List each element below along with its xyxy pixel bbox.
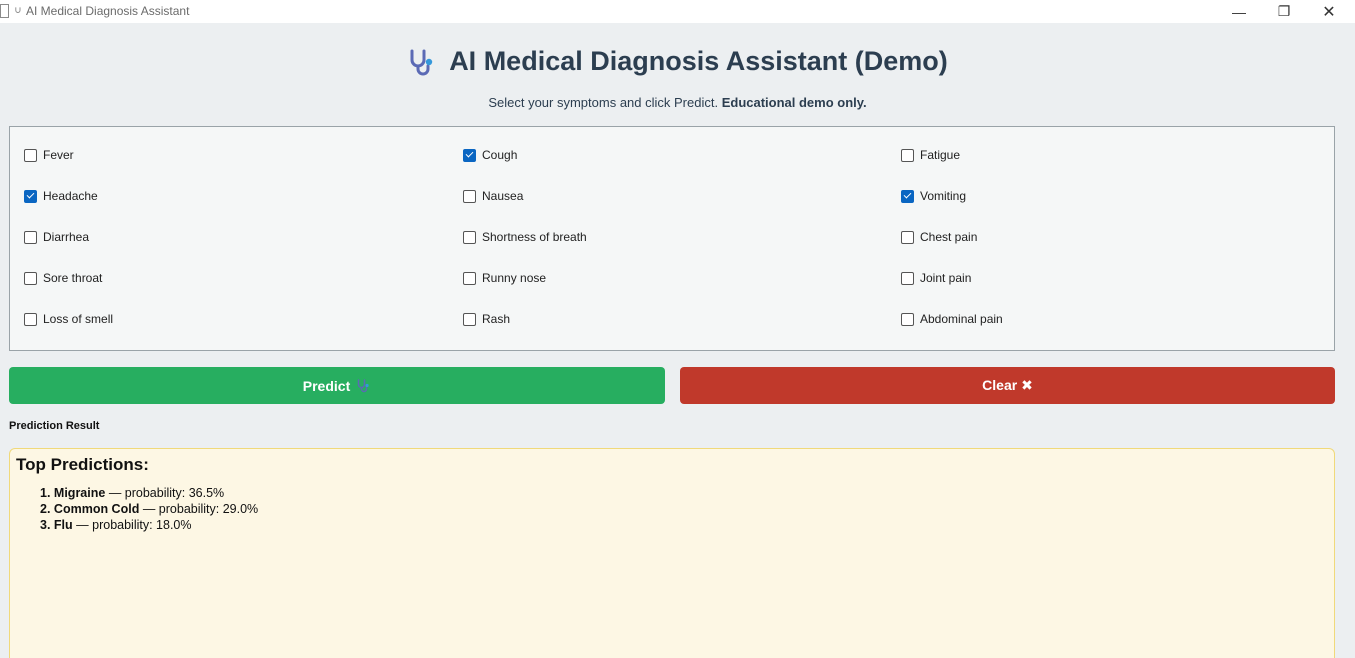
symptom-label: Sore throat — [43, 271, 103, 285]
checkbox[interactable] — [463, 230, 476, 244]
symptom-loss-of-smell[interactable]: Loss of smell — [24, 312, 113, 326]
symptom-cough[interactable]: Cough — [463, 148, 517, 162]
checkbox[interactable] — [463, 148, 476, 162]
subtitle-text: Select your symptoms and click Predict. — [488, 95, 719, 110]
app-icon — [0, 4, 9, 18]
checkbox[interactable] — [24, 312, 37, 326]
symptom-joint-pain[interactable]: Joint pain — [901, 271, 971, 285]
checkbox[interactable] — [24, 148, 37, 162]
symptom-abdominal-pain[interactable]: Abdominal pain — [901, 312, 1003, 326]
checkbox[interactable] — [463, 312, 476, 326]
maximize-button[interactable]: ❐ — [1261, 0, 1307, 23]
symptom-label: Runny nose — [482, 271, 547, 285]
prediction-item: 1. Migraine — probability: 36.5% — [40, 486, 225, 500]
top-predictions-heading: Top Predictions: — [16, 455, 149, 474]
symptom-label: Vomiting — [920, 189, 967, 203]
subtitle-bold: Educational demo only. — [721, 95, 867, 110]
prediction-result-label: Prediction Result — [9, 420, 100, 432]
prediction-result-box: Top Predictions: 1. Migraine — probabili… — [9, 448, 1335, 658]
close-button[interactable]: ✕ — [1306, 0, 1352, 23]
checkbox[interactable] — [463, 189, 476, 203]
symptom-sore-throat[interactable]: Sore throat — [24, 271, 102, 285]
symptom-label: Cough — [482, 148, 518, 162]
subtitle: Select your symptoms and click Predict. … — [0, 95, 1355, 110]
checkbox[interactable] — [24, 271, 37, 285]
symptom-label: Chest pain — [920, 230, 978, 244]
symptom-label: Abdominal pain — [920, 312, 1003, 326]
symptom-diarrhea[interactable]: Diarrhea — [24, 230, 89, 244]
symptom-label: Shortness of breath — [482, 230, 587, 244]
predict-button-label: Predict — [302, 377, 351, 394]
symptom-fever[interactable]: Fever — [24, 148, 74, 162]
predictions-list: 1. Migraine — probability: 36.5% 2. Comm… — [16, 485, 1328, 533]
checkbox[interactable] — [463, 271, 476, 285]
window-title-text: AI Medical Diagnosis Assistant — [26, 4, 190, 18]
checkbox[interactable] — [901, 312, 914, 326]
checkbox[interactable] — [24, 230, 37, 244]
checkbox[interactable] — [901, 189, 914, 203]
symptom-rash[interactable]: Rash — [463, 312, 510, 326]
symptoms-panel: Fever Cough Fatigue Headache Nausea Vomiting D… — [9, 126, 1335, 351]
symptom-headache[interactable]: Headache — [24, 189, 98, 203]
symptom-label: Headache — [43, 189, 98, 203]
symptom-fatigue[interactable]: Fatigue — [901, 148, 960, 162]
prediction-item: 2. Common Cold — probability: 29.0% — [40, 502, 259, 516]
symptom-label: Fever — [43, 148, 74, 162]
page-title-text: AI Medical Diagnosis Assistant (Demo) — [449, 46, 948, 76]
symptom-label: Nausea — [482, 189, 524, 203]
symptom-shortness-of-breath[interactable]: Shortness of breath — [463, 230, 587, 244]
symptom-nausea[interactable]: Nausea — [463, 189, 523, 203]
clear-button-label: Clear ✖ — [982, 377, 1033, 393]
minimize-button[interactable]: — — [1216, 0, 1262, 23]
stethoscope-icon — [410, 49, 433, 75]
symptom-label: Fatigue — [920, 148, 961, 162]
checkbox[interactable] — [901, 230, 914, 244]
stethoscope-icon — [15, 7, 21, 13]
window-title: AI Medical Diagnosis Assistant — [14, 4, 189, 18]
symptom-label: Diarrhea — [43, 230, 90, 244]
clear-button[interactable]: Clear ✖ — [680, 367, 1335, 404]
page-title: AI Medical Diagnosis Assistant (Demo) — [407, 46, 948, 77]
symptom-label: Loss of smell — [43, 312, 114, 326]
prediction-item: 3. Flu — probability: 18.0% — [40, 518, 192, 532]
symptom-runny-nose[interactable]: Runny nose — [463, 271, 546, 285]
header: AI Medical Diagnosis Assistant (Demo) — [0, 46, 1355, 82]
symptom-label: Rash — [482, 312, 511, 326]
stethoscope-icon — [357, 379, 369, 393]
window-titlebar: AI Medical Diagnosis Assistant — ❐ ✕ — [0, 0, 1355, 23]
symptom-vomiting[interactable]: Vomiting — [901, 189, 966, 203]
symptom-label: Joint pain — [920, 271, 972, 285]
checkbox[interactable] — [901, 148, 914, 162]
symptom-chest-pain[interactable]: Chest pain — [901, 230, 977, 244]
predict-button[interactable]: Predict — [9, 367, 665, 404]
checkbox[interactable] — [901, 271, 914, 285]
checkbox[interactable] — [24, 189, 37, 203]
